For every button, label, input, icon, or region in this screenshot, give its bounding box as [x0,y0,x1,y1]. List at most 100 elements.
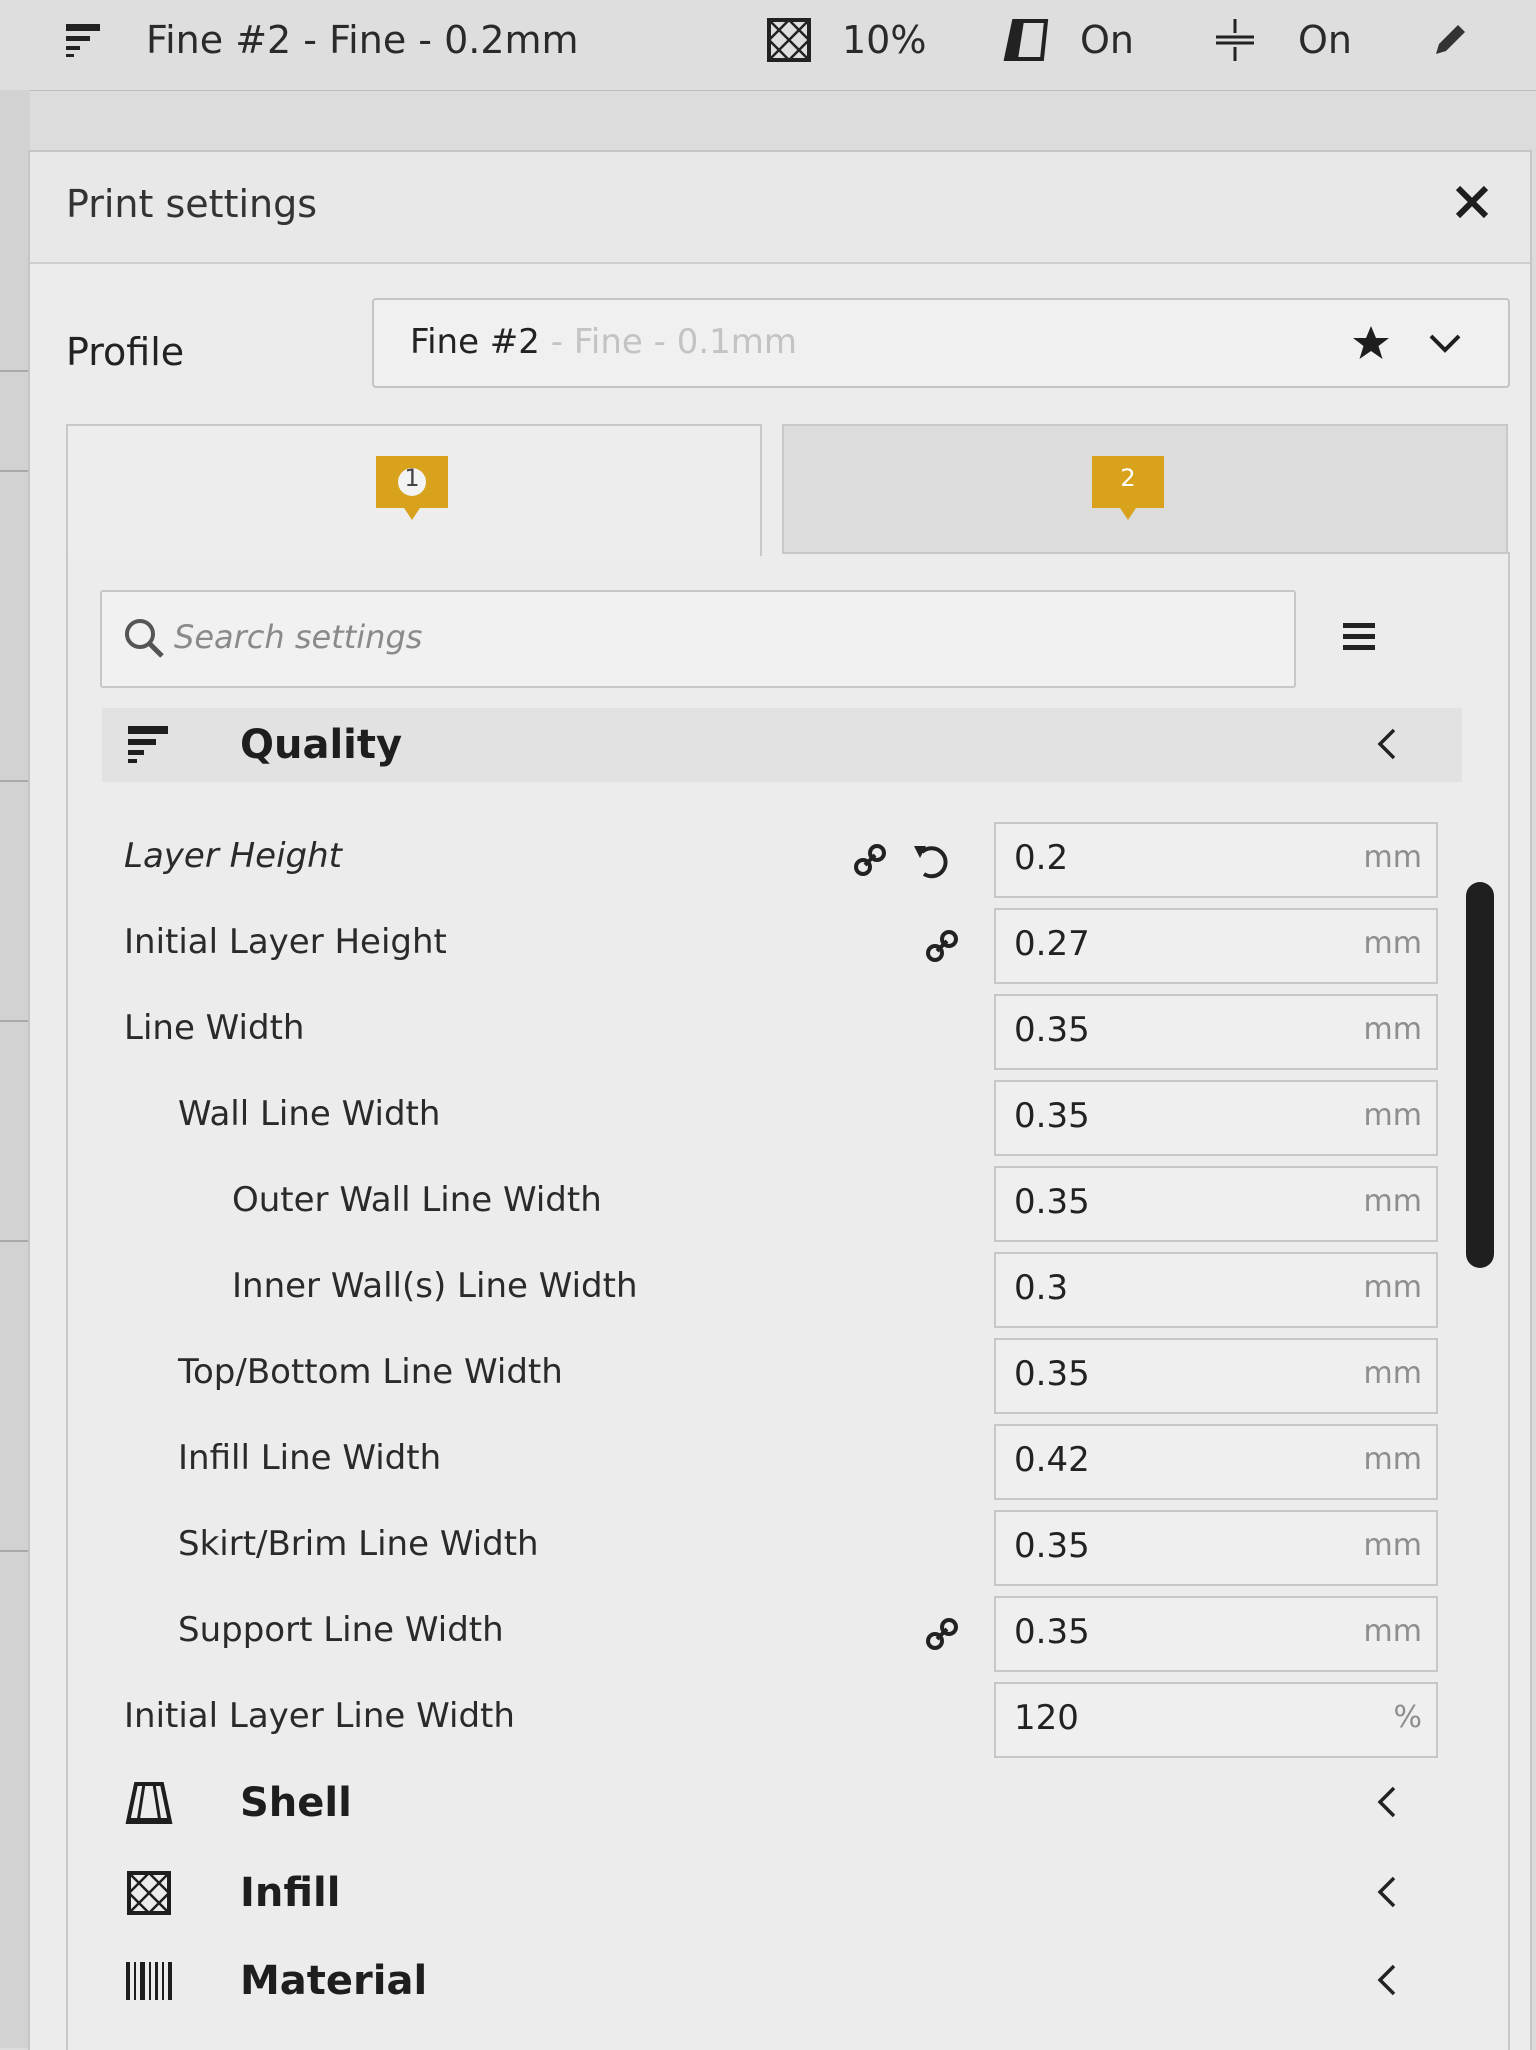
settings-visibility-menu-button[interactable] [1336,614,1382,660]
extruder-badge-2: 2 [1090,454,1166,530]
link-icon[interactable] [922,1614,962,1654]
shell-icon [125,1782,173,1824]
setting-value: 0.35 [1014,1612,1090,1652]
infill-indicator[interactable]: 10% [766,10,926,70]
chevron-down-icon [1429,334,1461,353]
print-setup-selector[interactable]: Fine #2 - Fine - 0.2mm [64,10,579,70]
setting-unit: mm [1363,926,1422,961]
setting-value: 0.35 [1014,1182,1090,1222]
setting-unit: mm [1363,1270,1422,1305]
extruder-tab-2[interactable]: 2 [782,424,1508,554]
chevron-left-icon [1377,1876,1396,1908]
close-button[interactable] [1442,172,1502,232]
print-settings-panel: Print settings Profile Fine #2 - Fine - … [28,150,1532,2050]
category-label: Material [240,1958,428,2004]
setting-label: Skirt/Brim Line Width [178,1524,539,1564]
category-material[interactable]: Material [102,1944,1462,2018]
chevron-left-icon [1377,1964,1396,1996]
panel-title: Print settings [66,182,318,226]
setting-unit: mm [1363,1614,1422,1649]
category-label: Shell [240,1780,352,1826]
settings-scrollbar[interactable] [1466,882,1494,1268]
extruder-number: 2 [1120,464,1136,492]
adhesion-indicator[interactable]: On [1212,10,1352,70]
setting-value: 0.27 [1014,924,1090,964]
support-indicator[interactable]: On [1000,10,1134,70]
setting-top-bottom-line-width: Top/Bottom Line Width 0.35 mm [102,1332,1462,1418]
support-icon [1003,19,1049,61]
profile-name: Fine #2 [410,322,540,362]
setting-label: Line Width [124,1008,305,1048]
link-icon[interactable] [850,840,890,880]
hamburger-menu-icon [1343,623,1375,650]
setting-wall-line-width: Wall Line Width 0.35 mm [102,1074,1462,1160]
infill-icon [767,18,811,62]
category-infill[interactable]: Infill [102,1856,1462,1930]
setting-line-width: Line Width 0.35 mm [102,988,1462,1074]
setting-value-field[interactable]: 0.27 mm [994,908,1438,984]
setting-layer-height: Layer Height 0.2 mm [102,816,1462,902]
extruder-number: 1 [404,464,420,492]
search-settings-input[interactable]: Search settings [100,590,1296,688]
setting-value: 0.2 [1014,838,1069,878]
setting-label: Initial Layer Line Width [124,1696,515,1736]
setting-value-field[interactable]: 0.35 mm [994,1166,1438,1242]
category-quality[interactable]: Quality [102,708,1462,782]
setting-value: 0.35 [1014,1096,1090,1136]
quality-icon [128,726,168,763]
profile-name-suffix: - Fine - 0.1mm [539,322,798,362]
link-icon[interactable] [922,926,962,966]
setting-value: 120 [1014,1698,1079,1738]
reset-icon[interactable] [910,838,956,884]
setting-value-field[interactable]: 0.35 mm [994,1080,1438,1156]
setting-unit: mm [1363,1442,1422,1477]
setting-infill-line-width: Infill Line Width 0.42 mm [102,1418,1462,1504]
setting-label: Outer Wall Line Width [232,1180,602,1220]
pencil-icon [1436,25,1465,54]
infill-value: 10% [842,18,927,62]
setting-value: 0.42 [1014,1440,1090,1480]
setting-inner-wall-line-width: Inner Wall(s) Line Width 0.3 mm [102,1246,1462,1332]
setting-value-field[interactable]: 0.2 mm [994,822,1438,898]
top-toolbar: Fine #2 - Fine - 0.2mm 10% On On [0,0,1536,91]
setting-label: Layer Height [124,836,342,876]
setting-value: 0.35 [1014,1010,1090,1050]
setting-value-field[interactable]: 0.35 mm [994,1510,1438,1586]
edit-settings-button[interactable] [1430,10,1470,70]
panel-header: Print settings [30,152,1530,264]
setting-initial-layer-height: Initial Layer Height 0.27 mm [102,902,1462,988]
setting-value: 0.3 [1014,1268,1069,1308]
background-viewport-edge [0,90,30,2048]
setting-label: Inner Wall(s) Line Width [232,1266,638,1306]
profile-dropdown[interactable]: Fine #2 - Fine - 0.1mm [372,298,1510,388]
profile-dropdown-toggle[interactable] [1420,318,1470,368]
setting-label: Wall Line Width [178,1094,441,1134]
search-icon [125,619,164,658]
setting-value-field[interactable]: 0.35 mm [994,1596,1438,1672]
setting-unit: mm [1363,1184,1422,1219]
setting-value-field[interactable]: 0.3 mm [994,1252,1438,1328]
setting-unit: mm [1363,1012,1422,1047]
setting-value: 0.35 [1014,1354,1090,1394]
material-icon [126,1962,172,2000]
setting-label: Support Line Width [178,1610,504,1650]
setting-skirt-brim-line-width: Skirt/Brim Line Width 0.35 mm [102,1504,1462,1590]
setting-value-field[interactable]: 0.42 mm [994,1424,1438,1500]
category-label: Quality [240,722,403,768]
favorite-profile-button[interactable] [1346,318,1396,368]
extruder-tab-1[interactable]: 1 [66,424,762,556]
setting-value-field[interactable]: 120 % [994,1682,1438,1758]
setting-value-field[interactable]: 0.35 mm [994,994,1438,1070]
setting-label: Initial Layer Height [124,922,447,962]
setting-value-field[interactable]: 0.35 mm [994,1338,1438,1414]
setting-unit: mm [1363,1528,1422,1563]
adhesion-value: On [1298,18,1352,62]
profile-label: Profile [66,330,185,374]
support-value: On [1080,18,1134,62]
quality-icon [66,24,100,57]
category-shell[interactable]: Shell [102,1766,1462,1840]
adhesion-icon [1216,19,1254,61]
star-icon [1353,326,1389,359]
setting-unit: mm [1363,840,1422,875]
infill-icon [127,1871,171,1915]
